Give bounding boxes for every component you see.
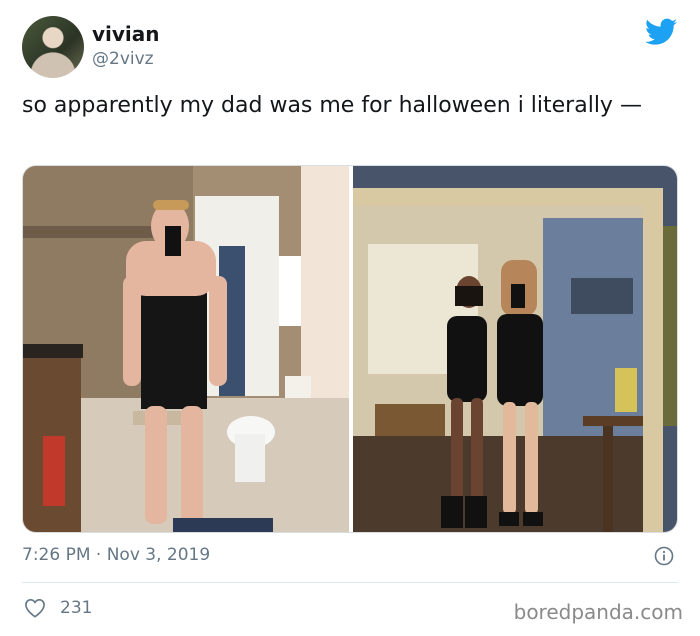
heart-icon[interactable] (24, 598, 46, 618)
user-handle[interactable]: @2vivz (92, 49, 154, 69)
tweet-text: so apparently my dad was me for hallowee… (22, 93, 642, 118)
avatar[interactable] (22, 16, 84, 78)
like-count[interactable]: 231 (60, 598, 92, 618)
user-name[interactable]: vivian (92, 22, 160, 46)
twitter-bird-icon[interactable] (645, 18, 677, 46)
left-photo (23, 166, 349, 532)
watermark: boredpanda.com (513, 600, 683, 624)
info-icon[interactable] (654, 546, 674, 566)
divider (22, 582, 678, 583)
tweet-photo[interactable] (22, 165, 678, 533)
tweet-timestamp[interactable]: 7:26 PM · Nov 3, 2019 (22, 545, 210, 565)
right-photo (353, 166, 677, 532)
